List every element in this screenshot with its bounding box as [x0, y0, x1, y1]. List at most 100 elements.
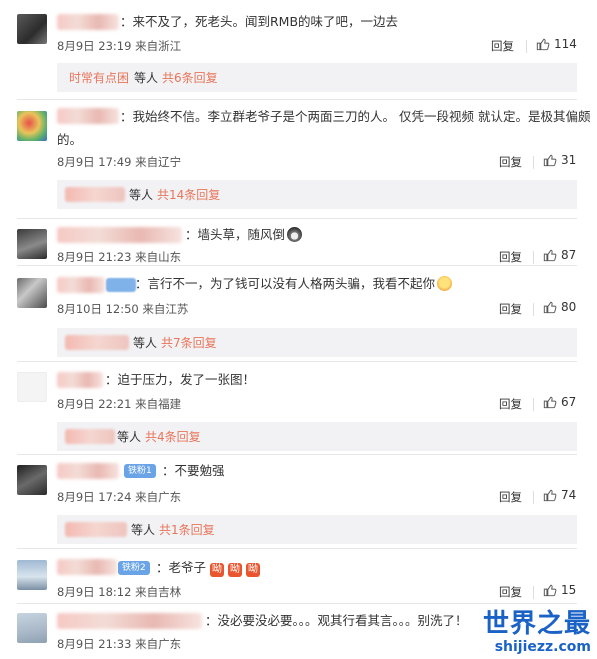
comment-text: ：迫于压力，发了一张图！: [105, 372, 256, 387]
like-count: 114: [554, 37, 577, 51]
comment-text: ：来不及了，死老头。闻到RMB的味了吧，一边去: [120, 14, 399, 29]
comment-location: 来自吉林: [135, 585, 182, 599]
username[interactable]: [57, 613, 202, 629]
sub-count[interactable]: 共14条回复: [157, 186, 220, 203]
reply-button[interactable]: 回复: [491, 38, 514, 54]
like-button[interactable]: 31: [543, 153, 576, 167]
comment-date: 8月9日 17:24: [57, 490, 132, 504]
emoji-sticker: 呦: [227, 563, 242, 577]
avatar[interactable]: [17, 613, 47, 643]
sub-replies[interactable]: 等人 共14条回复: [57, 180, 577, 209]
laughing-emoji-icon: [287, 227, 303, 242]
sub-count[interactable]: 共7条回复: [161, 334, 217, 351]
thumbs-up-icon: [543, 301, 557, 314]
divider: [533, 398, 534, 411]
comment-meta: 8月9日 21:33 来自广东: [57, 636, 181, 652]
comment-meta: 8月9日 21:23 来自山东: [57, 249, 181, 265]
sub-replies[interactable]: 等人 共7条回复: [57, 328, 577, 357]
comment-text-body: ：老爷子: [156, 560, 207, 575]
like-count: 15: [561, 583, 577, 597]
comment-location: 来自广东: [135, 490, 182, 504]
comment-date: 8月9日 18:12: [57, 585, 132, 599]
reply-button[interactable]: 回复: [499, 301, 522, 317]
comment-meta: 8月9日 22:21 来自福建: [57, 396, 181, 412]
crying-emoji-icon: [437, 276, 453, 291]
username[interactable]: [57, 227, 182, 243]
fan-badge: [106, 278, 136, 292]
comment-text-line2: 的。: [57, 132, 83, 147]
avatar[interactable]: [17, 560, 47, 590]
like-count: 80: [561, 300, 577, 314]
avatar[interactable]: [17, 278, 47, 308]
avatar[interactable]: [17, 229, 47, 259]
username[interactable]: [57, 372, 103, 388]
divider: [17, 99, 577, 100]
comment-location: 来自江苏: [142, 302, 189, 316]
divider: [533, 156, 534, 169]
comment-text: ：言行不一，为了钱可以没有人格两头骗，我看不起你: [135, 273, 453, 294]
sub-replies[interactable]: 等人 共4条回复: [57, 422, 577, 451]
sub-count[interactable]: 共1条回复: [159, 521, 215, 538]
reply-button[interactable]: 回复: [499, 396, 522, 412]
like-button[interactable]: 114: [536, 37, 577, 51]
comment-date: 8月10日 12:50: [57, 302, 139, 316]
like-button[interactable]: 80: [543, 300, 576, 314]
comment-date: 8月9日 17:49: [57, 155, 132, 169]
divider: [526, 40, 527, 53]
divider: [533, 586, 534, 599]
sub-etc: 等人: [117, 430, 142, 444]
like-button[interactable]: 74: [543, 488, 576, 502]
comment-text: ：老爷子 呦 呦 呦: [156, 557, 260, 578]
avatar[interactable]: [17, 14, 47, 44]
comment-text-body: ：言行不一，为了钱可以没有人格两头骗，我看不起你: [135, 276, 436, 291]
sub-etc: 等人: [134, 71, 159, 85]
emoji-sticker: 呦: [210, 563, 224, 577]
sub-replies[interactable]: 时常有点困 等人 共6条回复: [57, 63, 577, 92]
sub-lead-user[interactable]: 时常有点困: [69, 69, 129, 86]
watermark-title: 世界之最: [482, 609, 591, 639]
comment-location: 来自福建: [135, 397, 182, 411]
fan-badge: 铁粉2: [118, 561, 150, 575]
comment-location: 来自广东: [135, 637, 182, 651]
username[interactable]: [57, 14, 119, 30]
sub-etc: 等人: [131, 523, 156, 537]
divider: [533, 251, 534, 264]
sub-count[interactable]: 共6条回复: [162, 69, 218, 86]
comment-meta: 8月10日 12:50 来自江苏: [57, 301, 188, 317]
avatar[interactable]: [17, 111, 47, 141]
comment-location: 来自辽宁: [135, 155, 182, 169]
comment-text: ：我始终不信。李立群老爷子是个两面三刀的人。 仅凭一段视频 就认定。是极其偏颇: [120, 109, 591, 124]
like-button[interactable]: 15: [543, 583, 576, 597]
sub-lead-user[interactable]: [65, 187, 125, 202]
like-button[interactable]: 87: [543, 248, 576, 262]
comment-text: ：没必要没必要。。。观其行看其言。。。别洗了！: [205, 613, 468, 628]
like-button[interactable]: 67: [543, 395, 576, 409]
divider: [17, 361, 577, 362]
username[interactable]: [57, 463, 119, 479]
reply-button[interactable]: 回复: [499, 584, 522, 600]
like-count: 67: [561, 395, 577, 409]
sub-replies[interactable]: 等人 共1条回复: [57, 515, 577, 544]
avatar[interactable]: [17, 372, 47, 402]
avatar[interactable]: [17, 465, 47, 495]
comment-text: ：不要勉强: [162, 463, 225, 478]
comment-meta: 8月9日 18:12 来自吉林: [57, 584, 181, 600]
username[interactable]: [57, 277, 105, 293]
sub-count[interactable]: 共4条回复: [145, 428, 201, 445]
reply-button[interactable]: 回复: [499, 249, 522, 265]
like-count: 31: [561, 153, 577, 167]
thumbs-up-icon: [543, 396, 557, 409]
comment-meta: 8月9日 17:49 来自辽宁: [57, 154, 181, 170]
username[interactable]: [57, 108, 119, 124]
username[interactable]: [57, 559, 117, 575]
divider: [17, 218, 577, 219]
sub-lead-user[interactable]: [65, 522, 127, 537]
like-count: 74: [561, 488, 577, 502]
thumbs-up-icon: [536, 38, 550, 51]
sub-lead-user[interactable]: [65, 335, 129, 350]
like-count: 87: [561, 248, 577, 262]
sub-lead-user[interactable]: [65, 429, 115, 444]
reply-button[interactable]: 回复: [499, 489, 522, 505]
reply-button[interactable]: 回复: [499, 154, 522, 170]
thumbs-up-icon: [543, 154, 557, 167]
